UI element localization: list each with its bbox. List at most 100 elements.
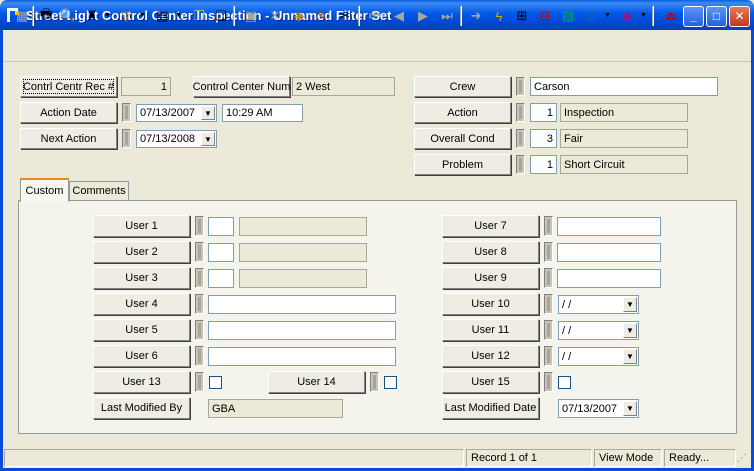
tab-custom[interactable]: Custom: [20, 178, 69, 202]
cut-scissors-icon[interactable]: ✂: [334, 5, 356, 27]
overall-cond-code-field[interactable]: 3: [530, 129, 557, 148]
user7-button[interactable]: User 7: [442, 215, 539, 237]
next-action-value: 07/13/2008: [140, 133, 196, 145]
action-date-button[interactable]: Action Date: [20, 102, 117, 123]
prev-record-icon[interactable]: ◀: [388, 5, 410, 27]
last-record-icon[interactable]: ⏭: [436, 5, 458, 27]
user11-date-value: / /: [562, 324, 572, 337]
action-time-field[interactable]: 10:29 AM: [222, 104, 303, 122]
find-icon[interactable]: ⊞: [511, 5, 533, 27]
goto-arrow-icon[interactable]: ➜: [465, 5, 487, 27]
last-modified-date-button[interactable]: Last Modified Date: [442, 397, 539, 419]
user1-code-field[interactable]: [208, 217, 234, 236]
layers-icon[interactable]: ◈: [288, 5, 310, 27]
user2-indicator: [195, 242, 204, 262]
resize-grip-icon[interactable]: ⋰: [737, 453, 749, 465]
tree-icon[interactable]: ⊟: [534, 5, 556, 27]
next-action-combo[interactable]: 07/13/2008 ▼: [136, 130, 217, 148]
user5-button[interactable]: User 5: [93, 319, 190, 341]
toolbar-separator: [233, 6, 235, 26]
copy-disabled-icon[interactable]: ❐: [188, 5, 210, 27]
user9-button[interactable]: User 9: [442, 267, 539, 289]
user11-button[interactable]: User 11: [442, 319, 539, 341]
user1-button[interactable]: User 1: [93, 215, 190, 237]
user13-button[interactable]: User 13: [93, 371, 190, 393]
last-modified-by-button[interactable]: Last Modified By: [93, 397, 190, 419]
edit-pencil-icon[interactable]: ✎: [311, 5, 333, 27]
user5-field[interactable]: [208, 321, 396, 340]
chevron-down-icon[interactable]: ▼: [623, 349, 637, 364]
book-icon[interactable]: ◆: [616, 5, 638, 27]
first-record-icon[interactable]: ⏮: [364, 5, 386, 27]
user9-field[interactable]: [557, 269, 661, 288]
user11-date-combo[interactable]: / / ▼: [558, 321, 639, 340]
preview-icon[interactable]: 🔍: [57, 5, 79, 27]
user7-field[interactable]: [557, 217, 661, 236]
book-dropdown-icon[interactable]: ▼: [640, 12, 647, 19]
maximize-button[interactable]: □: [706, 6, 727, 27]
exit-icon[interactable]: ⏏: [660, 5, 682, 27]
user2-button[interactable]: User 2: [93, 241, 190, 263]
user6-field[interactable]: [208, 347, 396, 366]
status-pane-main: [4, 449, 464, 467]
search-dropdown-icon[interactable]: ▼: [104, 12, 111, 19]
search-binoculars-icon[interactable]: ♜: [81, 5, 103, 27]
contrl-centr-rec-button[interactable]: Contrl Centr Rec #: [20, 76, 117, 97]
user15-checkbox[interactable]: [558, 376, 571, 389]
user3-code-field[interactable]: [208, 269, 234, 288]
user2-code-field[interactable]: [208, 243, 234, 262]
tab-comments[interactable]: Comments: [69, 181, 129, 200]
filter-dropdown-icon[interactable]: ▼: [139, 12, 146, 19]
control-center-num-button[interactable]: Control Center Num: [193, 76, 290, 97]
copy-record-icon[interactable]: ❏: [210, 5, 232, 27]
user4-button[interactable]: User 4: [93, 293, 190, 315]
grid-icon[interactable]: ▦: [11, 5, 33, 27]
action-desc-field: Inspection: [560, 103, 688, 122]
user14-checkbox[interactable]: [384, 376, 397, 389]
user10-date-value: / /: [562, 298, 572, 311]
chevron-down-icon[interactable]: ▼: [623, 323, 637, 338]
next-record-icon[interactable]: ▶: [412, 5, 434, 27]
crew-button[interactable]: Crew: [414, 76, 511, 97]
user6-button[interactable]: User 6: [93, 345, 190, 367]
crew-field[interactable]: Carson: [530, 77, 718, 96]
save-icon[interactable]: ▣: [240, 5, 262, 27]
user8-field[interactable]: [557, 243, 661, 262]
problem-code-field[interactable]: 1: [530, 155, 557, 174]
globe-dropdown-icon[interactable]: ▼: [604, 12, 611, 19]
action-button[interactable]: Action: [414, 102, 511, 123]
overall-cond-button[interactable]: Overall Cond: [414, 128, 511, 149]
chevron-down-icon[interactable]: ▼: [623, 297, 637, 312]
report-dropdown-icon[interactable]: ▼: [175, 12, 182, 19]
chevron-down-icon[interactable]: ▼: [201, 132, 215, 146]
action-code-field[interactable]: 1: [530, 103, 557, 122]
lightning-icon[interactable]: ϟ: [488, 5, 510, 27]
user14-button[interactable]: User 14: [268, 371, 365, 393]
user15-button[interactable]: User 15: [442, 371, 539, 393]
user8-button[interactable]: User 8: [442, 241, 539, 263]
delete-icon[interactable]: ✕: [264, 5, 286, 27]
user3-button[interactable]: User 3: [93, 267, 190, 289]
user9-indicator: [544, 268, 553, 288]
chevron-down-icon[interactable]: ▼: [201, 106, 215, 120]
user12-button[interactable]: User 12: [442, 345, 539, 367]
last-modified-by-field: GBA: [208, 399, 343, 418]
user13-checkbox[interactable]: [209, 376, 222, 389]
close-button[interactable]: ✕: [729, 6, 750, 27]
user1-indicator: [195, 216, 204, 236]
minimize-button[interactable]: _: [683, 6, 704, 27]
user12-date-value: / /: [562, 350, 572, 363]
action-date-combo[interactable]: 07/13/2007 ▼: [136, 104, 217, 122]
user3-desc-field: [239, 269, 367, 288]
user10-button[interactable]: User 10: [442, 293, 539, 315]
print-icon[interactable]: 🖶: [35, 5, 57, 27]
problem-button[interactable]: Problem: [414, 154, 511, 175]
image-icon[interactable]: ▨: [557, 5, 579, 27]
filter-icon[interactable]: ▽: [115, 5, 137, 27]
user4-field[interactable]: [208, 295, 396, 314]
report-icon[interactable]: ▤: [151, 5, 173, 27]
user10-date-combo[interactable]: / / ▼: [558, 295, 639, 314]
user12-date-combo[interactable]: / / ▼: [558, 347, 639, 366]
next-action-button[interactable]: Next Action: [20, 128, 117, 149]
globe-icon[interactable]: ◍: [580, 5, 602, 27]
